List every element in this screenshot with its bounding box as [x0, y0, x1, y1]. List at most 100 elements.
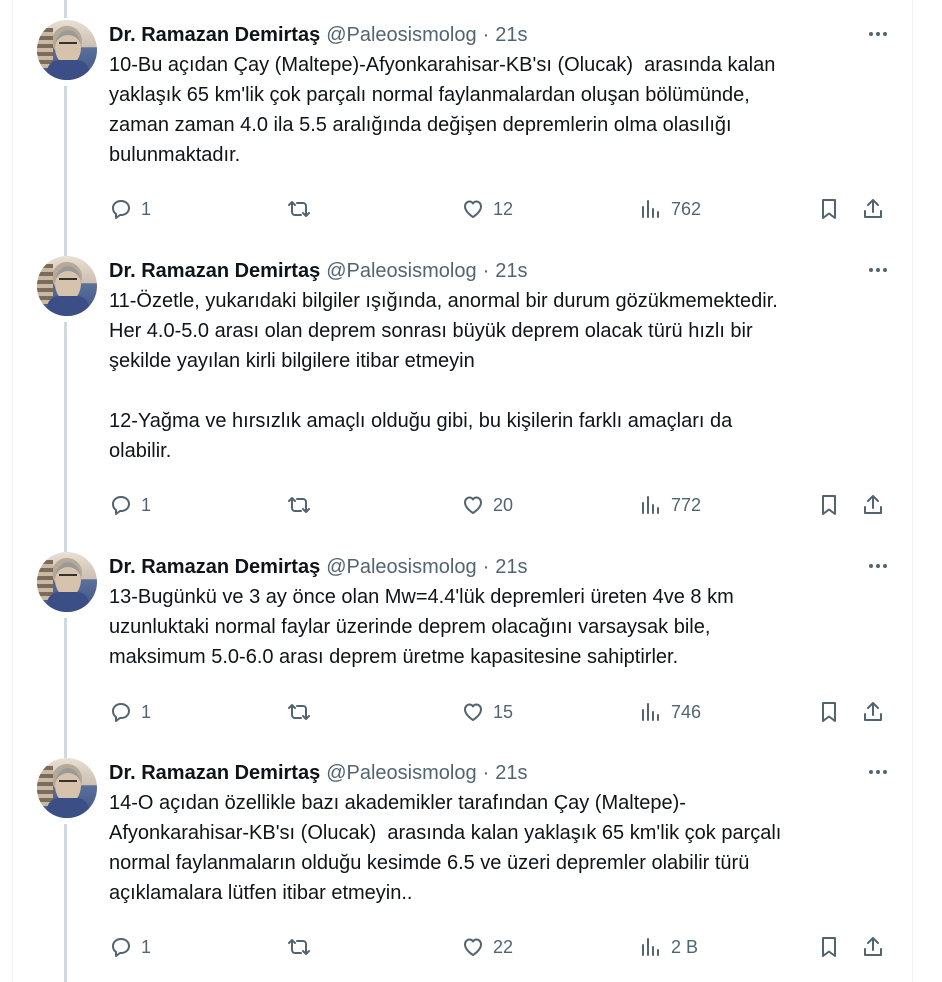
share-button[interactable]	[861, 194, 885, 224]
retweet-button[interactable]	[287, 697, 319, 727]
heart-icon	[464, 938, 482, 956]
reply-icon	[112, 200, 130, 219]
author-name[interactable]: Dr. Ramazan Demirtaş	[109, 260, 320, 283]
like-button[interactable]: 20	[461, 490, 513, 520]
bookmark-button[interactable]	[817, 194, 841, 224]
heart-icon	[464, 200, 482, 218]
views-button[interactable]: 2 B	[639, 932, 698, 962]
timestamp[interactable]: 21s	[495, 762, 527, 785]
more-icon[interactable]	[864, 258, 892, 282]
tweet-header: Dr. Ramazan Demirtaş @Paleosismolog · 21…	[109, 552, 528, 582]
tweet[interactable]: Dr. Ramazan Demirtaş @Paleosismolog · 21…	[13, 20, 912, 240]
more-icon[interactable]	[864, 760, 892, 784]
separator-dot: ·	[482, 761, 490, 784]
author-name[interactable]: Dr. Ramazan Demirtaş	[109, 556, 320, 579]
bookmark-icon	[822, 937, 836, 957]
avatar[interactable]	[37, 256, 97, 316]
retweet-icon	[288, 201, 310, 217]
avatar[interactable]	[37, 20, 97, 80]
reply-icon	[112, 496, 130, 515]
share-button[interactable]	[861, 697, 885, 727]
thread-connector	[64, 0, 67, 18]
heart-icon	[464, 496, 482, 514]
views-icon	[642, 703, 659, 721]
share-icon	[864, 495, 882, 514]
like-count: 20	[493, 494, 514, 515]
author-name[interactable]: Dr. Ramazan Demirtaş	[109, 762, 320, 785]
more-icon[interactable]	[864, 554, 892, 578]
views-count: 762	[671, 198, 702, 219]
reply-count: 1	[141, 198, 152, 219]
share-icon	[864, 199, 882, 218]
more-icon[interactable]	[864, 22, 892, 46]
like-count: 22	[493, 936, 514, 957]
reply-button[interactable]: 1	[109, 932, 151, 962]
tweet[interactable]: Dr. Ramazan Demirtaş @Paleosismolog · 21…	[13, 552, 912, 742]
tweet-text: 13-Bugünkü ve 3 ay önce olan Mw=4.4'lük …	[109, 586, 734, 668]
retweet-button[interactable]	[287, 932, 319, 962]
retweet-icon	[288, 704, 310, 720]
author-handle[interactable]: @Paleosismolog	[326, 260, 476, 283]
bookmark-icon	[822, 199, 836, 219]
tweet[interactable]: Dr. Ramazan Demirtaş @Paleosismolog · 21…	[13, 758, 912, 982]
thread: Dr. Ramazan Demirtaş @Paleosismolog · 21…	[0, 0, 942, 982]
reply-button[interactable]: 1	[109, 194, 151, 224]
retweet-button[interactable]	[287, 490, 319, 520]
reply-icon	[112, 938, 130, 957]
like-button[interactable]: 15	[461, 697, 513, 727]
reply-count: 1	[141, 936, 152, 957]
bookmark-button[interactable]	[817, 490, 841, 520]
retweet-button[interactable]	[287, 194, 319, 224]
separator-dot: ·	[482, 555, 490, 578]
tweet-header: Dr. Ramazan Demirtaş @Paleosismolog · 21…	[109, 20, 528, 50]
reply-count: 1	[141, 494, 152, 515]
timestamp[interactable]: 21s	[495, 24, 527, 47]
views-button[interactable]: 762	[639, 194, 701, 224]
bookmark-icon	[822, 702, 836, 722]
reply-button[interactable]: 1	[109, 490, 151, 520]
share-icon	[864, 702, 882, 721]
avatar[interactable]	[37, 758, 97, 818]
reply-count: 1	[141, 701, 152, 722]
bookmark-icon	[822, 495, 836, 515]
views-button[interactable]: 772	[639, 490, 701, 520]
avatar[interactable]	[37, 552, 97, 612]
tweet-actions: 1 22 2 B	[109, 932, 899, 962]
tweet-text: 11-Özetle, yukarıdaki bilgiler ışığında,…	[109, 290, 778, 462]
bookmark-button[interactable]	[817, 932, 841, 962]
reply-icon	[112, 703, 130, 722]
views-count: 746	[671, 701, 702, 722]
views-icon	[642, 200, 659, 218]
share-button[interactable]	[861, 932, 885, 962]
views-count: 772	[671, 494, 702, 515]
retweet-icon	[288, 939, 310, 955]
like-button[interactable]: 22	[461, 932, 513, 962]
views-icon	[642, 938, 659, 956]
timestamp[interactable]: 21s	[495, 260, 527, 283]
author-handle[interactable]: @Paleosismolog	[326, 556, 476, 579]
reply-button[interactable]: 1	[109, 697, 151, 727]
heart-icon	[464, 703, 482, 721]
column-border-right	[912, 0, 913, 982]
author-handle[interactable]: @Paleosismolog	[326, 762, 476, 785]
tweet-text: 10-Bu açıdan Çay (Maltepe)-Afyonkarahisa…	[109, 54, 776, 166]
tweet-text: 14-O açıdan özellikle bazı akademikler t…	[109, 792, 782, 904]
bookmark-button[interactable]	[817, 697, 841, 727]
tweet-header: Dr. Ramazan Demirtaş @Paleosismolog · 21…	[109, 256, 528, 286]
share-button[interactable]	[861, 490, 885, 520]
views-icon	[642, 496, 659, 514]
like-button[interactable]: 12	[461, 194, 513, 224]
like-count: 12	[493, 198, 514, 219]
tweet[interactable]: Dr. Ramazan Demirtaş @Paleosismolog · 21…	[13, 256, 912, 536]
tweet-actions: 1 15 746	[109, 697, 899, 727]
views-count: 2 B	[671, 936, 699, 957]
author-handle[interactable]: @Paleosismolog	[326, 24, 476, 47]
views-button[interactable]: 746	[639, 697, 701, 727]
author-name[interactable]: Dr. Ramazan Demirtaş	[109, 24, 320, 47]
retweet-icon	[288, 497, 310, 513]
timestamp[interactable]: 21s	[495, 556, 527, 579]
separator-dot: ·	[482, 23, 490, 46]
share-icon	[864, 937, 882, 956]
tweet-header: Dr. Ramazan Demirtaş @Paleosismolog · 21…	[109, 758, 528, 788]
tweet-actions: 1 20 772	[109, 490, 899, 520]
